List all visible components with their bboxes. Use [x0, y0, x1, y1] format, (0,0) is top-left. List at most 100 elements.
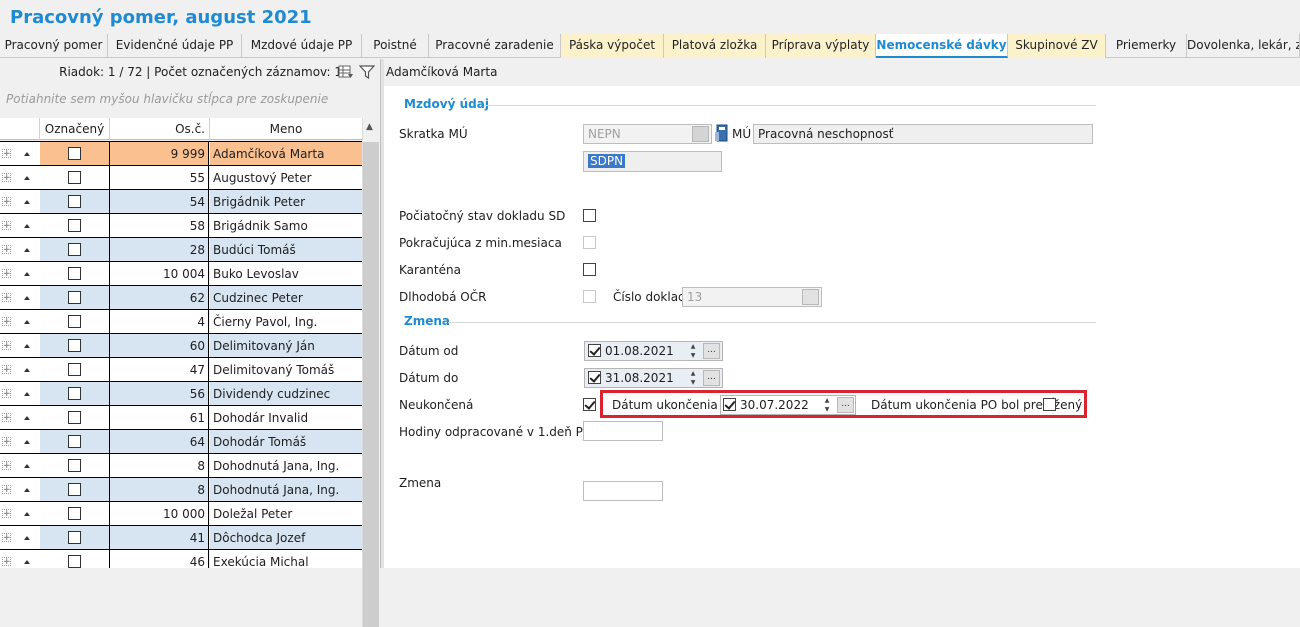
marked-cell[interactable]: [40, 310, 110, 334]
row-expander[interactable]: +: [0, 166, 40, 190]
tab-6[interactable]: Páska výpočet: [561, 34, 664, 58]
tab-12[interactable]: Dovolenka, lekár, z: [1187, 34, 1300, 58]
predlzeny-checkbox[interactable]: [1043, 398, 1056, 411]
marked-checkbox[interactable]: [68, 411, 81, 424]
marked-cell[interactable]: [40, 454, 110, 478]
marked-cell[interactable]: [40, 526, 110, 550]
expand-icon[interactable]: +: [2, 293, 11, 303]
table-row[interactable]: +54 Brigádnik Peter: [0, 189, 362, 214]
tab-1[interactable]: Pracovný pomer: [0, 34, 108, 58]
header-name[interactable]: Meno: [210, 118, 362, 140]
marked-checkbox[interactable]: [68, 435, 81, 448]
row-expander[interactable]: +: [0, 478, 40, 502]
table-row[interactable]: +62 Cudzinec Peter: [0, 285, 362, 310]
header-marked[interactable]: Označený: [40, 118, 110, 140]
marked-checkbox[interactable]: [68, 243, 81, 256]
datum-od-spin[interactable]: ▲ ▼: [687, 342, 699, 360]
expand-icon[interactable]: +: [2, 269, 11, 279]
tab-3[interactable]: Mzdové údaje PP: [242, 34, 362, 58]
datum-ukoncenia-editor[interactable]: 30.07.2022 ▲ ▼ ...: [720, 395, 856, 415]
marked-cell[interactable]: [40, 502, 110, 526]
marked-cell[interactable]: [40, 286, 110, 310]
column-chooser-icon[interactable]: [338, 64, 354, 80]
marked-checkbox[interactable]: [68, 459, 81, 472]
expand-icon[interactable]: +: [2, 149, 11, 159]
tab-8[interactable]: Príprava výplaty: [766, 34, 876, 58]
row-expander[interactable]: +: [0, 142, 40, 166]
marked-checkbox[interactable]: [68, 315, 81, 328]
tab-11[interactable]: Priemerky: [1106, 34, 1187, 58]
datum-od-value[interactable]: 01.08.2021: [605, 344, 674, 358]
marked-cell[interactable]: [40, 142, 110, 166]
tab-5[interactable]: Pracovné zaradenie: [429, 34, 561, 58]
group-by-hint[interactable]: Potiahnite sem myšou hlavičku stĺpca pre…: [6, 92, 328, 106]
datum-ukoncenia-spin[interactable]: ▲ ▼: [821, 396, 833, 414]
marked-cell[interactable]: [40, 238, 110, 262]
expand-icon[interactable]: +: [2, 437, 11, 447]
expand-icon[interactable]: +: [2, 509, 11, 519]
skratka-mu-lookup-button[interactable]: [692, 126, 709, 142]
filter-icon[interactable]: [359, 64, 375, 80]
datum-od-editor[interactable]: 01.08.2021 ▲ ▼ ...: [584, 341, 723, 361]
header-id[interactable]: Os.č.: [110, 118, 210, 140]
table-row[interactable]: +9 999 Adamčíková Marta: [0, 141, 362, 166]
expand-icon[interactable]: +: [2, 245, 11, 255]
expand-icon[interactable]: +: [2, 557, 11, 567]
table-row[interactable]: +10 004 Buko Levoslav: [0, 261, 362, 286]
expand-icon[interactable]: +: [2, 533, 11, 543]
table-row[interactable]: +10 000 Doležal Peter: [0, 501, 362, 526]
datum-do-editor[interactable]: 31.08.2021 ▲ ▼ ...: [584, 368, 723, 388]
row-expander[interactable]: +: [0, 358, 40, 382]
tab-7[interactable]: Platová zložka: [664, 34, 766, 58]
row-expander[interactable]: +: [0, 502, 40, 526]
datum-od-picker-button[interactable]: ...: [703, 343, 720, 359]
table-row[interactable]: +8 Dohodnutá Jana, Ing.: [0, 477, 362, 502]
expand-icon[interactable]: +: [2, 341, 11, 351]
marked-checkbox[interactable]: [68, 195, 81, 208]
table-row[interactable]: +64 Dohodár Tomáš: [0, 429, 362, 454]
tab-2[interactable]: Evidenčné údaje PP: [108, 34, 242, 58]
marked-cell[interactable]: [40, 550, 110, 568]
row-expander[interactable]: +: [0, 550, 40, 568]
tab-4[interactable]: Poistné: [362, 34, 429, 58]
scroll-up-icon[interactable]: ▲: [366, 122, 373, 132]
marked-cell[interactable]: [40, 262, 110, 286]
table-row[interactable]: +56 Dividendy cudzinec: [0, 381, 362, 406]
row-expander[interactable]: +: [0, 430, 40, 454]
row-expander[interactable]: +: [0, 334, 40, 358]
expand-icon[interactable]: +: [2, 317, 11, 327]
marked-checkbox[interactable]: [68, 483, 81, 496]
datum-do-value[interactable]: 31.08.2021: [605, 371, 674, 385]
row-expander[interactable]: +: [0, 526, 40, 550]
marked-checkbox[interactable]: [68, 291, 81, 304]
expand-icon[interactable]: +: [2, 221, 11, 231]
marked-checkbox[interactable]: [68, 267, 81, 280]
book-icon[interactable]: [715, 124, 729, 142]
marked-cell[interactable]: [40, 334, 110, 358]
row-expander[interactable]: +: [0, 190, 40, 214]
row-expander[interactable]: +: [0, 238, 40, 262]
hodiny-field[interactable]: [583, 421, 663, 441]
neukoncena-checkbox[interactable]: [583, 398, 596, 411]
marked-checkbox[interactable]: [68, 507, 81, 520]
datum-ukoncenia-picker-button[interactable]: ...: [837, 397, 854, 413]
marked-cell[interactable]: [40, 214, 110, 238]
row-expander[interactable]: +: [0, 286, 40, 310]
datum-do-spin[interactable]: ▲ ▼: [687, 369, 699, 387]
table-row[interactable]: +61 Dohodár Invalid: [0, 405, 362, 430]
pociatocny-stav-checkbox[interactable]: [583, 209, 596, 222]
marked-cell[interactable]: [40, 406, 110, 430]
datum-ukoncenia-value[interactable]: 30.07.2022: [740, 398, 809, 412]
table-row[interactable]: +55 Augustový Peter: [0, 165, 362, 190]
tab-10[interactable]: Skupinové ZV: [1008, 34, 1106, 58]
marked-cell[interactable]: [40, 478, 110, 502]
marked-checkbox[interactable]: [68, 147, 81, 160]
zmena-field[interactable]: [583, 481, 663, 501]
datum-od-checkbox[interactable]: [588, 344, 601, 357]
table-row[interactable]: +28 Budúci Tomáš: [0, 237, 362, 262]
expand-icon[interactable]: +: [2, 197, 11, 207]
expand-icon[interactable]: +: [2, 365, 11, 375]
row-expander[interactable]: +: [0, 214, 40, 238]
row-expander[interactable]: +: [0, 406, 40, 430]
expand-icon[interactable]: +: [2, 173, 11, 183]
